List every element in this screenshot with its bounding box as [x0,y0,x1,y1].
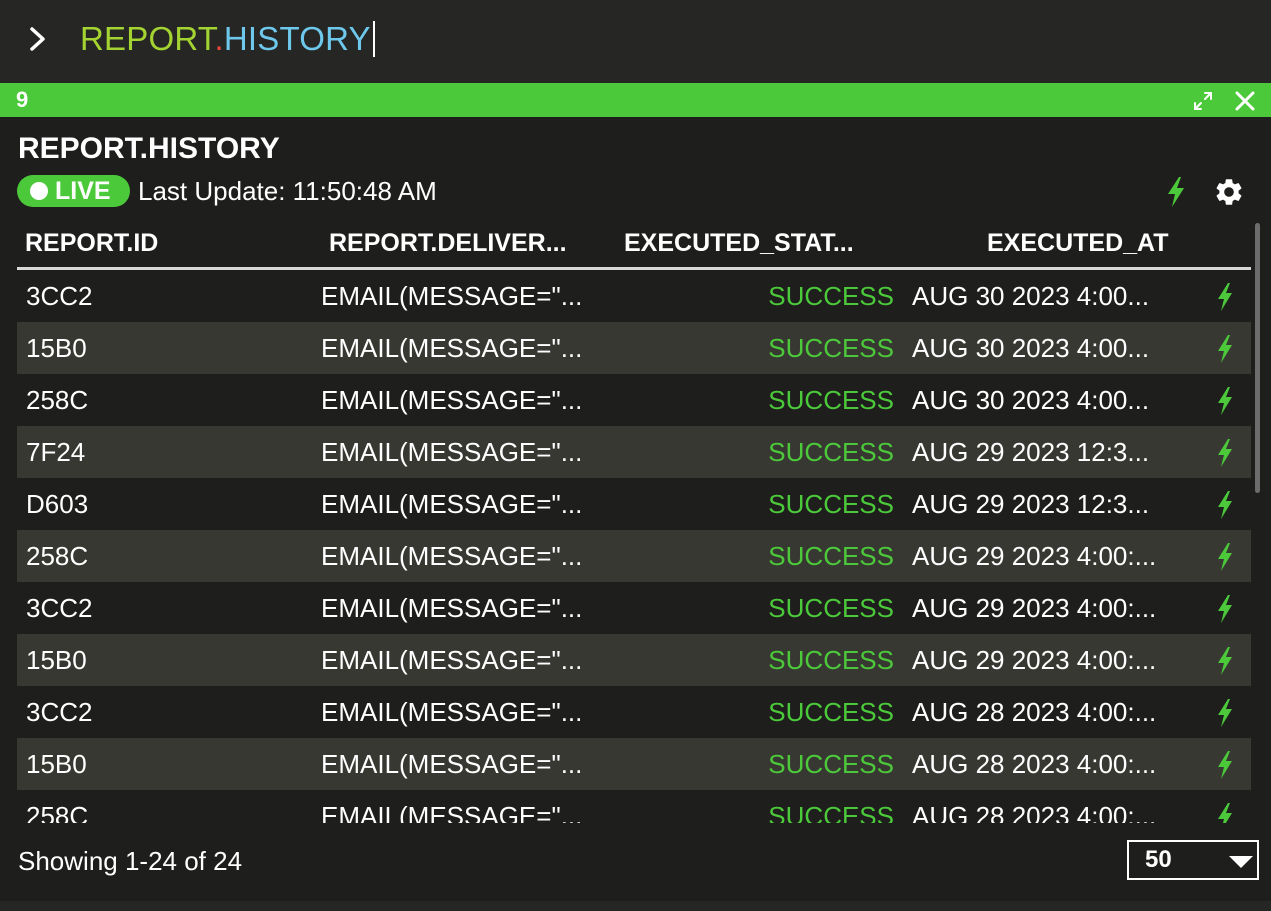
cell-report-id: 258C [26,541,89,571]
cell-executed-status: SUCCESS [768,541,894,571]
table-row[interactable]: 3CC2 EMAIL(MESSAGE="... SUCCESS AUG 30 2023… [17,270,1251,322]
cell-executed-at: AUG 29 2023 4:00:... [912,645,1157,675]
cell-report-id: 7F24 [26,437,86,467]
cell-executed-at: AUG 30 2023 4:00... [912,281,1150,311]
cell-executed-at: AUG 29 2023 12:3... [912,437,1150,467]
table-footer: Showing 1-24 of 24 50 [0,823,1271,901]
command-bar: REPORT.HISTORY [0,0,1271,83]
lightning-icon[interactable] [1215,802,1235,823]
cell-report-delivery: EMAIL(MESSAGE="... [321,749,583,779]
cell-executed-at: AUG 29 2023 12:3... [912,489,1150,519]
table-row[interactable]: 258C EMAIL(MESSAGE="... SUCCESS AUG 28 2023… [17,790,1251,823]
cell-report-delivery: EMAIL(MESSAGE="... [321,489,583,519]
table-row[interactable]: 3CC2 EMAIL(MESSAGE="... SUCCESS AUG 28 2023… [17,686,1251,738]
live-badge[interactable]: LIVE [17,175,130,207]
lightning-icon[interactable] [1215,386,1235,416]
cell-report-delivery: EMAIL(MESSAGE="... [321,281,583,311]
cell-executed-at: AUG 30 2023 4:00... [912,385,1150,415]
command-input[interactable]: REPORT.HISTORY [80,17,375,61]
cell-report-delivery: EMAIL(MESSAGE="... [321,801,583,823]
lightning-icon[interactable] [1215,282,1235,312]
cell-executed-status: SUCCESS [768,437,894,467]
cell-executed-status: SUCCESS [768,749,894,779]
lightning-icon[interactable] [1215,594,1235,624]
cell-executed-at: AUG 28 2023 4:00:... [912,749,1157,779]
column-header-executed-at[interactable]: EXECUTED_AT [987,227,1169,259]
cell-report-delivery: EMAIL(MESSAGE="... [321,593,583,623]
live-label: LIVE [55,177,111,205]
lightning-icon[interactable] [1215,698,1235,728]
cell-executed-at: AUG 29 2023 4:00:... [912,593,1157,623]
cell-report-id: 258C [26,385,89,415]
column-header-report-delivery[interactable]: REPORT.DELIVER... [329,227,567,259]
scrollbar[interactable] [1255,223,1260,493]
cell-report-delivery: EMAIL(MESSAGE="... [321,697,583,727]
text-caret [372,21,375,58]
table-body: 3CC2 EMAIL(MESSAGE="... SUCCESS AUG 30 2023… [17,270,1251,823]
cell-report-delivery: EMAIL(MESSAGE="... [321,645,583,675]
lightning-icon[interactable] [1215,542,1235,572]
chevron-down-icon [1229,856,1253,868]
cell-executed-status: SUCCESS [768,697,894,727]
table-row[interactable]: 15B0 EMAIL(MESSAGE="... SUCCESS AUG 28 2023… [17,738,1251,790]
page-size-select[interactable]: 50 [1127,840,1259,880]
cell-executed-status: SUCCESS [768,593,894,623]
cell-executed-at: AUG 28 2023 4:00:... [912,801,1157,823]
panel-number: 9 [16,87,29,112]
panel-title: REPORT.HISTORY [18,132,280,165]
live-indicator-dot [30,182,48,200]
window-bottom-edge [0,901,1271,911]
cell-report-delivery: EMAIL(MESSAGE="... [321,437,583,467]
lightning-icon[interactable] [1215,646,1235,676]
column-header-report-id[interactable]: REPORT.ID [25,227,158,259]
command-suffix: HISTORY [223,20,371,57]
table-row[interactable]: 3CC2 EMAIL(MESSAGE="... SUCCESS AUG 29 2023… [17,582,1251,634]
pagination-summary: Showing 1-24 of 24 [18,846,243,876]
cell-executed-at: AUG 28 2023 4:00:... [912,697,1157,727]
cell-executed-status: SUCCESS [768,281,894,311]
lightning-icon[interactable] [1215,750,1235,780]
cell-report-delivery: EMAIL(MESSAGE="... [321,541,583,571]
cell-report-id: 15B0 [26,645,87,675]
page-size-value: 50 [1145,846,1172,873]
lightning-icon[interactable] [1215,438,1235,468]
cell-executed-status: SUCCESS [768,489,894,519]
last-update-text: Last Update: 11:50:48 AM [138,176,437,206]
command-dot: . [214,20,224,57]
cell-executed-status: SUCCESS [768,385,894,415]
cell-report-id: 3CC2 [26,697,93,727]
cell-executed-status: SUCCESS [768,645,894,675]
table-row[interactable]: 15B0 EMAIL(MESSAGE="... SUCCESS AUG 30 2023… [17,322,1251,374]
panel-tab-bar: 9 [0,83,1271,117]
cell-executed-status: SUCCESS [768,801,894,823]
cell-report-id: 15B0 [26,749,87,779]
lightning-icon[interactable] [1215,490,1235,520]
close-icon[interactable] [1233,89,1257,113]
cell-report-delivery: EMAIL(MESSAGE="... [321,385,583,415]
table-header: REPORT.ID REPORT.DELIVER... EXECUTED_STA… [17,221,1251,270]
cell-report-id: 3CC2 [26,593,93,623]
gear-icon[interactable] [1213,176,1245,208]
cell-report-id: 15B0 [26,333,87,363]
table-row[interactable]: D603 EMAIL(MESSAGE="... SUCCESS AUG 29 2023… [17,478,1251,530]
table-row[interactable]: 15B0 EMAIL(MESSAGE="... SUCCESS AUG 29 2023… [17,634,1251,686]
lightning-icon[interactable] [1165,176,1187,208]
report-panel: 9 REPORT.HISTORY LIVE Last Update: 11:50… [0,83,1271,901]
expand-icon[interactable] [1192,90,1214,112]
command-prefix: REPORT [80,20,215,57]
chevron-right-icon [30,27,45,51]
cell-report-id: 258C [26,801,89,823]
lightning-icon[interactable] [1215,334,1235,364]
cell-report-id: D603 [26,489,89,519]
cell-executed-at: AUG 30 2023 4:00... [912,333,1150,363]
cell-executed-status: SUCCESS [768,333,894,363]
cell-report-id: 3CC2 [26,281,93,311]
table-row[interactable]: 7F24 EMAIL(MESSAGE="... SUCCESS AUG 29 2023… [17,426,1251,478]
table-row[interactable]: 258C EMAIL(MESSAGE="... SUCCESS AUG 29 2023… [17,530,1251,582]
cell-report-delivery: EMAIL(MESSAGE="... [321,333,583,363]
table-row[interactable]: 258C EMAIL(MESSAGE="... SUCCESS AUG 30 2023… [17,374,1251,426]
column-header-executed-status[interactable]: EXECUTED_STAT... [624,227,854,259]
cell-executed-at: AUG 29 2023 4:00:... [912,541,1157,571]
